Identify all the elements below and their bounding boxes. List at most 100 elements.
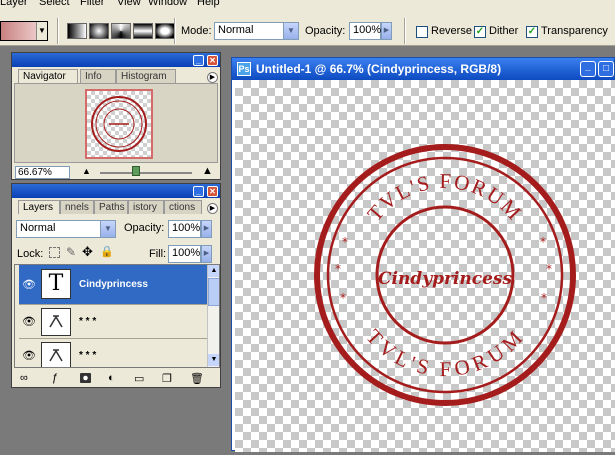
triangle-right-icon[interactable]: ▶ xyxy=(201,220,212,238)
new-layer-icon[interactable]: ❐ xyxy=(162,372,172,385)
document-window: Ps Untitled-1 @ 66.7% (Cindyprincess, RG… xyxy=(231,57,615,452)
tab-histogram[interactable]: Histogram xyxy=(116,69,176,83)
lock-image-icon[interactable]: ✎ xyxy=(66,245,76,259)
layer-thumbnail xyxy=(41,342,71,367)
dither-checkbox[interactable]: ✓ xyxy=(474,26,486,38)
triangle-right-icon[interactable]: ▶ xyxy=(381,22,392,40)
tab-navigator[interactable]: Navigator xyxy=(18,69,78,83)
layers-scrollbar[interactable]: ▲ ▼ xyxy=(207,265,219,367)
close-icon[interactable]: ✕ xyxy=(207,186,218,197)
minimize-icon[interactable]: _ xyxy=(193,186,204,197)
maximize-icon[interactable]: □ xyxy=(598,61,614,77)
scroll-down-icon[interactable]: ▼ xyxy=(208,354,219,366)
navigator-view-box[interactable] xyxy=(85,89,153,159)
triangle-right-icon[interactable]: ▶ xyxy=(201,245,212,263)
layer-name[interactable]: * * * xyxy=(79,316,96,327)
mode-select[interactable]: Normal ▼ xyxy=(214,22,299,40)
layer-thumbnail-graphic xyxy=(49,349,63,362)
palette-menu-icon[interactable]: ▶ xyxy=(207,203,218,214)
layer-row[interactable]: 👁 * * * xyxy=(19,340,216,367)
stamp-star: * xyxy=(342,235,348,249)
menu-view[interactable]: View xyxy=(117,0,141,8)
zoom-in-icon[interactable]: ▲ xyxy=(202,165,213,177)
trash-icon[interactable]: 🗑 xyxy=(190,372,204,385)
layer-row[interactable]: 👁 * * * xyxy=(19,306,216,339)
separator xyxy=(57,18,59,44)
menu-window[interactable]: Window xyxy=(148,0,187,8)
menu-filter[interactable]: Filter xyxy=(80,0,104,8)
radial-gradient-icon[interactable] xyxy=(89,23,109,39)
menu-layer[interactable]: Layer xyxy=(0,0,28,8)
fill-value: 100% xyxy=(172,247,201,259)
document-canvas[interactable]: TVL'S FORUM TVL'S FORUM Cindyprincess * … xyxy=(235,80,615,452)
stamp-graphic: TVL'S FORUM TVL'S FORUM Cindyprincess * … xyxy=(314,144,576,406)
eye-icon[interactable]: 👁 xyxy=(22,317,36,328)
fill-field[interactable]: 100% ▶ xyxy=(168,245,212,263)
mode-select-value: Normal xyxy=(218,24,254,36)
tab-layers[interactable]: Layers xyxy=(18,200,60,214)
layer-name[interactable]: * * * xyxy=(79,350,96,361)
navigator-zoom-field[interactable]: 66.67% xyxy=(15,166,70,179)
stamp-star: * xyxy=(335,262,341,276)
opacity-value: 100% xyxy=(353,24,382,36)
chevron-down-icon[interactable]: ▼ xyxy=(36,22,47,40)
scroll-thumb[interactable] xyxy=(208,278,219,306)
palette-title-bar[interactable]: _ ✕ xyxy=(12,53,220,67)
stamp-bottom-text: TVL'S FORUM xyxy=(361,325,528,382)
tab-channels[interactable]: nnels xyxy=(60,200,94,214)
lock-all-icon[interactable]: 🔒 xyxy=(100,245,114,258)
layers-toolbar: ∞ ƒ ◐ ▭ ❐ 🗑 xyxy=(16,372,218,386)
tab-actions[interactable]: ctions xyxy=(164,200,202,214)
transparency-checkbox[interactable]: ✓ xyxy=(526,26,538,38)
diamond-gradient-icon[interactable] xyxy=(155,23,175,39)
layer-thumbnail xyxy=(41,308,71,336)
tab-info[interactable]: Info xyxy=(80,69,116,83)
linear-gradient-icon[interactable] xyxy=(67,23,87,39)
layer-opacity-field[interactable]: 100% ▶ xyxy=(168,220,212,238)
close-icon[interactable]: ✕ xyxy=(207,55,218,66)
minimize-icon[interactable]: _ xyxy=(193,55,204,66)
link-layers-icon[interactable]: ∞ xyxy=(20,372,28,384)
stamp-center-text: Cindyprincess xyxy=(378,269,513,289)
angle-gradient-icon[interactable] xyxy=(111,23,131,39)
opacity-field[interactable]: 100% ▶ xyxy=(349,22,392,40)
menu-bar: Layer Select Filter View Window Help xyxy=(0,0,615,10)
zoom-slider[interactable] xyxy=(100,172,192,174)
stamp-star: * xyxy=(541,291,547,305)
tab-paths[interactable]: Paths xyxy=(94,200,128,214)
reverse-checkbox[interactable] xyxy=(416,26,428,38)
tab-history[interactable]: istory xyxy=(128,200,164,214)
eye-icon[interactable]: 👁 xyxy=(22,351,36,362)
chevron-down-icon[interactable]: ▼ xyxy=(100,221,115,237)
lock-position-icon[interactable]: ✥ xyxy=(82,244,93,260)
separator xyxy=(404,18,406,44)
zoom-out-icon[interactable]: ▲ xyxy=(82,166,91,176)
navigator-preview-area xyxy=(14,83,218,163)
layer-name[interactable]: Cindyprincess xyxy=(79,279,148,290)
reflected-gradient-icon[interactable] xyxy=(133,23,153,39)
adjustment-layer-icon[interactable]: ◐ xyxy=(108,372,115,384)
palette-title-bar[interactable]: _ ✕ xyxy=(12,184,220,198)
menu-help[interactable]: Help xyxy=(197,0,220,8)
photoshop-icon: Ps xyxy=(237,62,251,76)
minimize-icon[interactable]: _ xyxy=(580,61,596,77)
palette-menu-icon[interactable]: ▶ xyxy=(207,72,218,83)
scroll-up-icon[interactable]: ▲ xyxy=(208,265,219,277)
eye-icon[interactable]: 👁 xyxy=(22,280,36,291)
menu-select[interactable]: Select xyxy=(39,0,70,8)
layer-opacity-value: 100% xyxy=(172,222,201,234)
new-group-icon[interactable]: ▭ xyxy=(134,372,144,385)
layer-opacity-label: Opacity: xyxy=(124,222,165,234)
layer-row[interactable]: 👁 T Cindyprincess xyxy=(19,265,216,305)
chevron-down-icon[interactable]: ▼ xyxy=(283,23,298,39)
layer-mask-icon[interactable] xyxy=(80,373,91,383)
lock-label: Lock: xyxy=(17,248,44,260)
document-title-bar[interactable]: Ps Untitled-1 @ 66.7% (Cindyprincess, RG… xyxy=(232,58,614,80)
stamp-top-text: TVL'S FORUM xyxy=(362,169,527,226)
zoom-slider-thumb[interactable] xyxy=(132,166,140,176)
blend-mode-select[interactable]: Normal ▼ xyxy=(16,220,116,238)
layer-style-icon[interactable]: ƒ xyxy=(52,372,58,384)
mode-label: Mode: xyxy=(181,25,212,37)
lock-transparency-icon[interactable] xyxy=(49,247,60,258)
stamp-star: * xyxy=(546,262,552,276)
